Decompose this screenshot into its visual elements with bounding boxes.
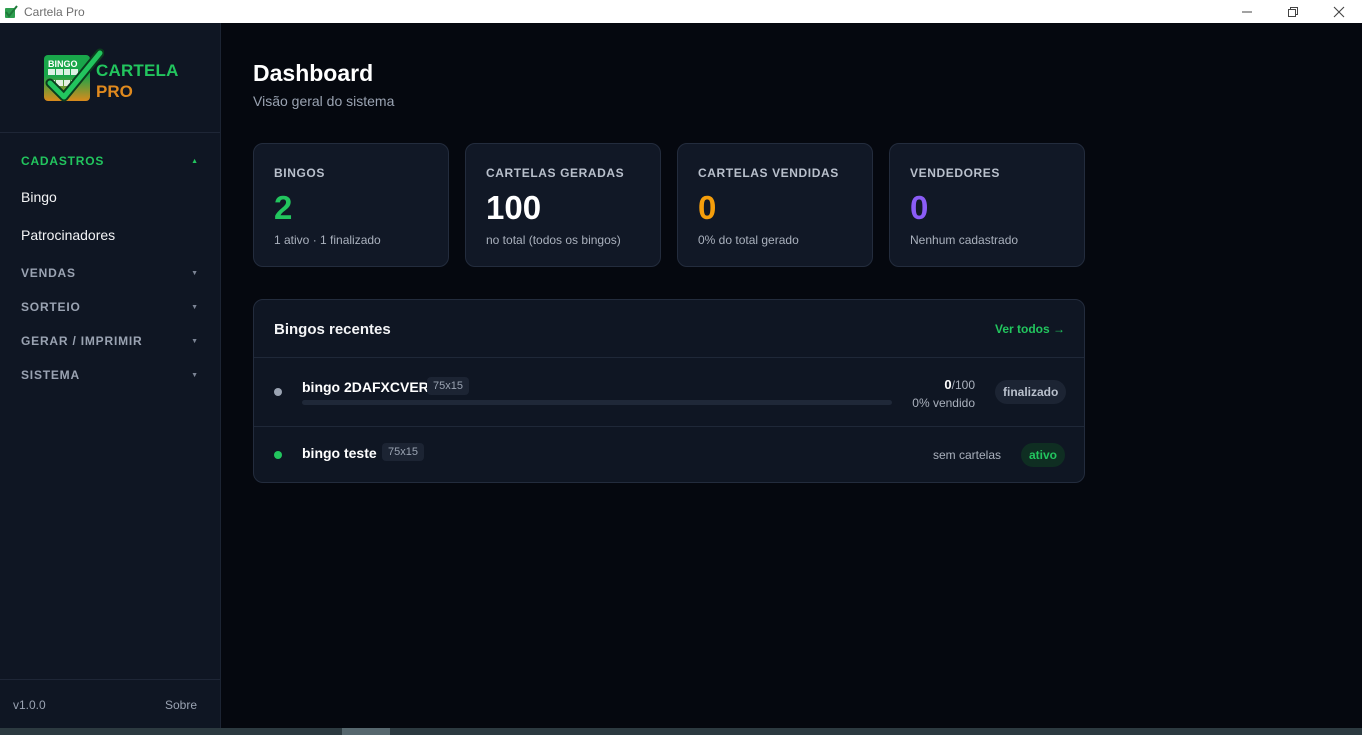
sold-value: 0 <box>944 377 952 392</box>
stat-card-vendedores: VENDEDORES 0 Nenhum cadastrado <box>889 143 1085 267</box>
stat-label: BINGOS <box>274 166 325 180</box>
stat-description: 1 ativo · 1 finalizado <box>274 233 381 247</box>
stat-value: 2 <box>274 189 293 226</box>
stat-label: VENDEDORES <box>910 166 1001 180</box>
window-titlebar: Cartela Pro <box>0 0 1362 23</box>
close-button[interactable] <box>1316 0 1362 23</box>
recent-bingos-title: Bingos recentes <box>274 321 391 338</box>
app-logo: BINGO CARTELA PRO <box>42 48 182 107</box>
bingo-name: bingo 2DAFXCVER <box>302 379 429 395</box>
nav-section-label: CADASTROS <box>21 154 105 168</box>
stat-card-cartelas-geradas: CARTELAS GERADAS 100 no total (todos os … <box>465 143 661 267</box>
stat-value: 0 <box>910 189 929 226</box>
chevron-down-icon: ▼ <box>191 303 199 311</box>
see-all-link[interactable]: Ver todos → <box>995 322 1065 336</box>
stat-description: 0% do total gerado <box>698 233 799 247</box>
nav-section-gerar-imprimir[interactable]: GERAR / IMPRIMIR ▼ <box>21 334 201 348</box>
check-mark-icon <box>45 48 104 102</box>
page-title: Dashboard <box>253 60 374 86</box>
sold-percent: 0% vendido <box>912 396 975 410</box>
chevron-down-icon: ▼ <box>191 269 199 277</box>
nav-section-sistema[interactable]: SISTEMA ▼ <box>21 368 201 382</box>
status-badge: finalizado <box>995 380 1067 404</box>
status-dot <box>274 451 282 459</box>
nav-section-label: SISTEMA <box>21 368 80 382</box>
chevron-down-icon: ▼ <box>191 337 199 345</box>
sidebar: BINGO CARTELA PRO CADASTROS ▲ Bingo Patr… <box>0 23 221 728</box>
sold-count: 0/100 <box>944 377 975 392</box>
close-icon <box>1333 6 1345 17</box>
status-badge: ativo <box>1021 443 1066 467</box>
window-title: Cartela Pro <box>24 4 85 19</box>
nav-item-bingo[interactable]: Bingo <box>21 189 57 205</box>
sidebar-divider <box>0 132 220 133</box>
restore-button[interactable] <box>1270 0 1316 23</box>
chevron-down-icon: ▼ <box>191 371 199 379</box>
app-version: v1.0.0 <box>13 698 46 712</box>
recent-bingos-panel: Bingos recentes Ver todos → bingo 2DAFXC… <box>253 299 1085 483</box>
nav-section-label: VENDAS <box>21 266 76 280</box>
about-link[interactable]: Sobre <box>165 698 197 712</box>
stat-card-cartelas-vendidas: CARTELAS VENDIDAS 0 0% do total gerado <box>677 143 873 267</box>
stat-card-bingos: BINGOS 2 1 ativo · 1 finalizado <box>253 143 449 267</box>
stat-label: CARTELAS GERADAS <box>486 166 625 180</box>
status-dot <box>274 388 282 396</box>
card-dimensions-tag: 75x15 <box>382 443 424 461</box>
nav-section-vendas[interactable]: VENDAS ▼ <box>21 266 201 280</box>
nav-section-label: SORTEIO <box>21 300 81 314</box>
no-cards-text: sem cartelas <box>932 448 1001 462</box>
sidebar-footer-divider <box>0 679 220 680</box>
page-subtitle: Visão geral do sistema <box>253 93 395 109</box>
chevron-up-icon: ▲ <box>191 157 199 165</box>
minimize-button[interactable] <box>1224 0 1270 23</box>
stat-value: 100 <box>486 189 542 226</box>
bingo-name: bingo teste <box>302 445 377 461</box>
minimize-icon <box>1242 11 1252 12</box>
card-dimensions-tag: 75x15 <box>427 377 469 395</box>
main-content: Dashboard Visão geral do sistema BINGOS … <box>221 23 1362 728</box>
total-value: /100 <box>951 378 975 392</box>
logo-cartela-text: CARTELA <box>96 61 179 80</box>
logo-pro-text: PRO <box>96 82 133 101</box>
nav-section-cadastros[interactable]: CADASTROS ▲ <box>21 154 201 168</box>
recent-bingo-row[interactable]: bingo teste 75x15 sem cartelas ativo <box>254 427 1084 483</box>
stat-label: CARTELAS VENDIDAS <box>698 166 839 180</box>
bingo-card-icon <box>4 4 18 19</box>
restore-icon <box>1288 6 1298 17</box>
stat-description: Nenhum cadastrado <box>910 233 1019 247</box>
taskbar-strip <box>0 728 1362 735</box>
stat-description: no total (todos os bingos) <box>486 233 621 247</box>
nav-section-label: GERAR / IMPRIMIR <box>21 334 143 348</box>
nav-item-patrocinadores[interactable]: Patrocinadores <box>21 227 115 243</box>
recent-bingo-row[interactable]: bingo 2DAFXCVER 75x15 0/100 0% vendido f… <box>254 358 1084 426</box>
sales-progress-bar <box>302 400 892 405</box>
stat-value: 0 <box>698 189 717 226</box>
nav-section-sorteio[interactable]: SORTEIO ▼ <box>21 300 201 314</box>
